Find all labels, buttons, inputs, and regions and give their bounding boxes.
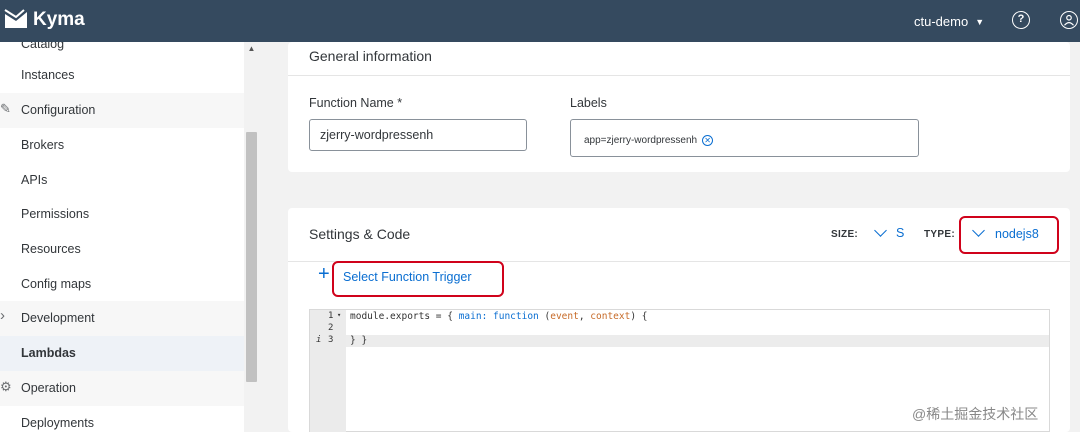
sidebar-item-lambdas[interactable]: Lambdas <box>0 336 244 371</box>
line-number: 1 <box>328 311 334 321</box>
line-number: 2 <box>328 323 334 333</box>
sidebar-item-label: Instances <box>21 68 75 82</box>
trigger-highlight-box <box>332 261 504 297</box>
sidebar-item-label: Permissions <box>21 207 90 221</box>
type-label: TYPE: <box>924 229 955 240</box>
sidebar-item-brokers[interactable]: Brokers <box>0 128 244 163</box>
caret-down-icon: ▼ <box>975 16 985 27</box>
sidebar-item-label: Catalog <box>21 42 65 51</box>
sidebar-item-label: Development <box>21 311 95 325</box>
user-icon[interactable] <box>1060 11 1078 29</box>
help-icon[interactable]: ? <box>1012 11 1030 29</box>
side-navigation: Catalog Instances ✎ Configuration Broker… <box>0 42 259 432</box>
sidebar-item-label: Resources <box>21 242 81 256</box>
sidebar-item-label: Brokers <box>21 138 65 152</box>
divider <box>288 75 1070 76</box>
sidebar-item-label: Deployments <box>21 416 94 430</box>
sidebar-item-label: APIs <box>21 173 48 187</box>
function-name-label: Function Name * <box>309 96 403 110</box>
label-token-text: app=zjerry-wordpressenh <box>584 135 698 146</box>
kyma-logo-icon <box>4 9 27 28</box>
settings-code-title: Settings & Code <box>309 226 411 242</box>
sidebar-group-operation[interactable]: ⚙ Operation <box>0 371 244 406</box>
sidebar-item-label: Config maps <box>21 277 92 291</box>
size-select[interactable]: S <box>874 224 908 244</box>
chevron-down-icon <box>874 224 887 237</box>
sidebar-item-label: Lambdas <box>21 346 76 360</box>
pencil-icon: ✎ <box>0 101 11 116</box>
sidebar-item-label: Operation <box>21 381 76 395</box>
remove-label-icon[interactable]: ✕ <box>702 135 714 146</box>
sidebar-item-config-maps[interactable]: Config maps <box>0 267 244 302</box>
sidebar-item-label: Configuration <box>21 103 96 117</box>
namespace-dropdown[interactable]: ctu-demo ▼ <box>914 14 984 29</box>
general-information-title: General information <box>309 48 432 64</box>
sidebar-item-apis[interactable]: APIs <box>0 163 244 198</box>
size-label: SIZE: <box>831 229 859 240</box>
watermark: @稀土掘金技术社区 <box>912 406 1039 422</box>
code-line-1: module.exports = { main: function (event… <box>350 311 648 322</box>
fold-icon[interactable]: ▾ <box>337 311 341 319</box>
chevron-right-icon: › <box>0 307 5 324</box>
function-name-input[interactable]: zjerry-wordpressenh <box>309 119 527 151</box>
sidebar-group-development[interactable]: › Development <box>0 301 244 336</box>
plus-icon: + <box>318 263 330 285</box>
sidebar-item-resources[interactable]: Resources <box>0 232 244 267</box>
namespace-label: ctu-demo <box>914 14 969 29</box>
sidebar-group-configuration[interactable]: ✎ Configuration <box>0 93 244 128</box>
sidebar-item-permissions[interactable]: Permissions <box>0 197 244 232</box>
size-value: S <box>896 226 905 240</box>
labels-label: Labels <box>570 96 607 110</box>
sidebar-item-instances[interactable]: Instances <box>0 58 244 93</box>
type-highlight-box <box>959 216 1059 254</box>
kyma-logo[interactable]: Kyma <box>4 9 85 31</box>
scroll-up-icon[interactable]: ▲ <box>244 44 259 56</box>
gear-icon: ⚙ <box>0 379 12 394</box>
code-line-3: } } <box>350 335 368 346</box>
line-number: 3 <box>328 335 334 345</box>
label-token: app=zjerry-wordpressenh ✕ <box>584 135 714 146</box>
scrollbar-thumb[interactable] <box>246 132 257 382</box>
app-name: Kyma <box>33 9 85 30</box>
active-line-highlight <box>310 335 1049 347</box>
info-icon: i <box>316 335 322 345</box>
shell-header: Kyma ctu-demo ▼ ? <box>0 0 1080 42</box>
labels-input[interactable]: app=zjerry-wordpressenh ✕ <box>570 119 919 157</box>
sidebar-item-deployments[interactable]: Deployments <box>0 406 244 432</box>
general-information-card: General information Function Name * zjer… <box>288 42 1070 172</box>
